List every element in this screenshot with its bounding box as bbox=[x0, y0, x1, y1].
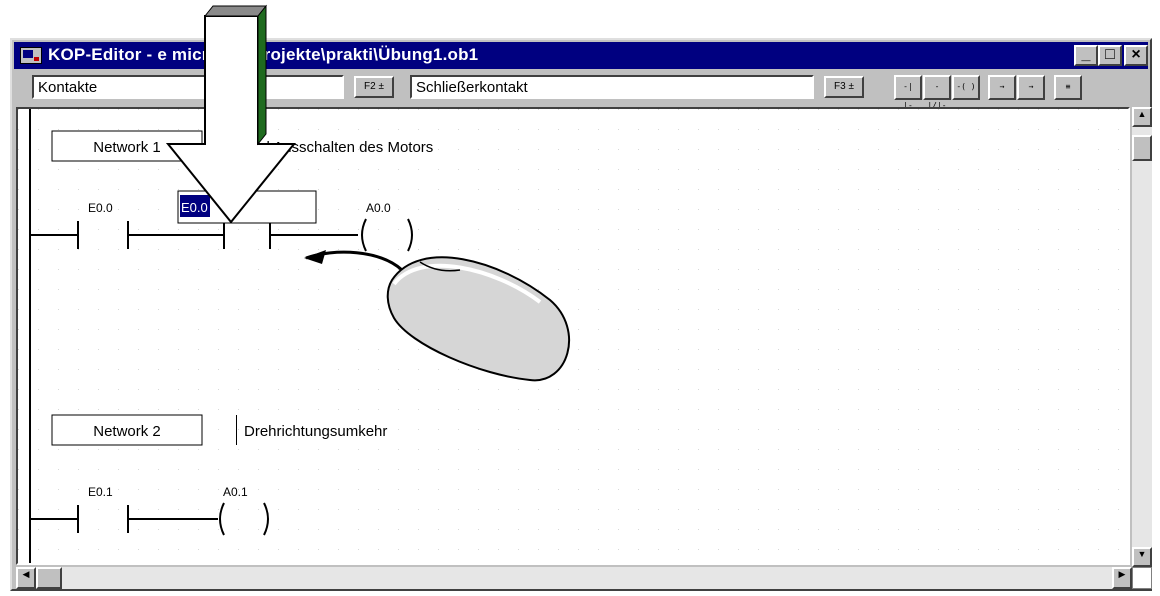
scroll-right-button[interactable]: ▶ bbox=[1112, 567, 1132, 589]
wire-line-icon: → bbox=[1028, 82, 1034, 91]
network-2-comment: Drehrichtungsumkehr bbox=[244, 423, 387, 440]
ladder-canvas[interactable]: Network 1 Ein- und Ausschalten des Motor… bbox=[18, 109, 1128, 563]
coil-1-address: A0.0 bbox=[366, 201, 391, 215]
ladder-editor[interactable]: Network 1 Ein- und Ausschalten des Motor… bbox=[16, 107, 1130, 565]
maximize-button[interactable]: □ bbox=[1098, 45, 1122, 66]
address-edit-text[interactable]: E0.0 bbox=[181, 200, 208, 215]
element-combo[interactable]: Schließerkontakt bbox=[410, 75, 814, 99]
network-1-comment: Ein- und Ausschalten des Motors bbox=[214, 139, 433, 156]
window-title: KOP-Editor - e microwin\projekte\prakti\… bbox=[48, 45, 479, 64]
vertical-scrollbar[interactable]: ▲ ▼ bbox=[1132, 107, 1152, 567]
category-combo[interactable]: Kontakte bbox=[32, 75, 344, 99]
coil-button[interactable]: -( ) bbox=[952, 75, 980, 100]
network-1-label: Network 1 bbox=[93, 139, 161, 156]
scroll-down-button[interactable]: ▼ bbox=[1132, 547, 1152, 567]
close-button[interactable]: × bbox=[1124, 45, 1148, 66]
wire-right-button[interactable]: → bbox=[988, 75, 1016, 100]
no-contact-button[interactable]: -| |- bbox=[894, 75, 922, 110]
scroll-up-button[interactable]: ▲ bbox=[1132, 107, 1152, 127]
kop-editor-window: KOP-Editor - e microwin\projekte\prakti\… bbox=[10, 38, 1152, 591]
app-icon[interactable] bbox=[20, 47, 42, 64]
toolbar: Kontakte F2 ± Schließerkontakt F3 ± -| |… bbox=[14, 71, 1148, 110]
contact-3-address: E0.1 bbox=[88, 485, 113, 499]
box-button[interactable]: ≡ bbox=[1054, 75, 1082, 100]
element-dropdown-button[interactable]: F3 ± bbox=[824, 76, 864, 98]
network-2-label: Network 2 bbox=[93, 423, 161, 440]
nc-contact-icon: -|/|- bbox=[927, 82, 947, 110]
coil-2-address: A0.1 bbox=[223, 485, 248, 499]
horizontal-scroll-thumb[interactable] bbox=[36, 567, 62, 589]
scroll-left-button[interactable]: ◀ bbox=[16, 567, 36, 589]
minimize-button[interactable]: _ bbox=[1074, 45, 1098, 66]
box-icon: ≡ bbox=[1065, 82, 1071, 91]
wire-line-button[interactable]: → bbox=[1017, 75, 1045, 100]
coil-icon: -( ) bbox=[956, 82, 976, 91]
nc-contact-button[interactable]: -|/|- bbox=[923, 75, 951, 110]
scroll-corner bbox=[1132, 567, 1152, 589]
horizontal-scrollbar[interactable]: ◀ ▶ bbox=[16, 567, 1132, 589]
vertical-scroll-thumb[interactable] bbox=[1132, 135, 1152, 161]
category-dropdown-button[interactable]: F2 ± bbox=[354, 76, 394, 98]
title-bar[interactable]: KOP-Editor - e microwin\projekte\prakti\… bbox=[14, 42, 1148, 69]
wire-right-icon: → bbox=[999, 82, 1005, 91]
contact-1-address: E0.0 bbox=[88, 201, 113, 215]
no-contact-icon: -| |- bbox=[903, 82, 913, 110]
